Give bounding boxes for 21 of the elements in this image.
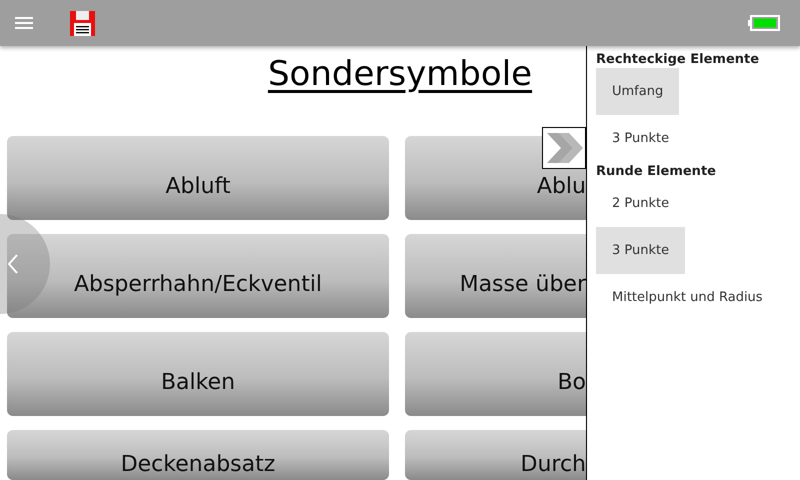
- symbol-button[interactable]: Deckenabsatz: [7, 430, 389, 480]
- symbol-button[interactable]: Absperrhahn/Eckventil: [7, 234, 389, 318]
- symbol-button[interactable]: Abluft: [7, 136, 389, 220]
- symbol-button[interactable]: Durch: [405, 430, 586, 480]
- symbol-button[interactable]: Balken: [7, 332, 389, 416]
- floppy-disk-icon[interactable]: [70, 10, 95, 36]
- section-heading: Rechteckige Elemente: [596, 52, 760, 67]
- symbol-button[interactable]: Bo: [405, 332, 586, 416]
- menu-icon[interactable]: [15, 17, 33, 29]
- menu-item[interactable]: Umfang: [596, 68, 680, 115]
- double-chevron-icon[interactable]: [542, 127, 586, 169]
- menu-item[interactable]: 3 Punkte: [596, 227, 686, 274]
- menu-item[interactable]: 2 Punkte: [596, 180, 686, 227]
- menu-item[interactable]: Mittelpunkt und Radius: [596, 274, 779, 321]
- chevron-left-icon: [8, 254, 18, 274]
- battery-icon: [748, 15, 780, 31]
- symbol-button[interactable]: Masse über: [405, 234, 586, 318]
- section-heading: Runde Elemente: [596, 164, 716, 179]
- menu-item[interactable]: 3 Punkte: [596, 115, 686, 162]
- page-title: Sondersymbole: [268, 54, 532, 94]
- symbol-button[interactable]: Ablu: [405, 136, 586, 220]
